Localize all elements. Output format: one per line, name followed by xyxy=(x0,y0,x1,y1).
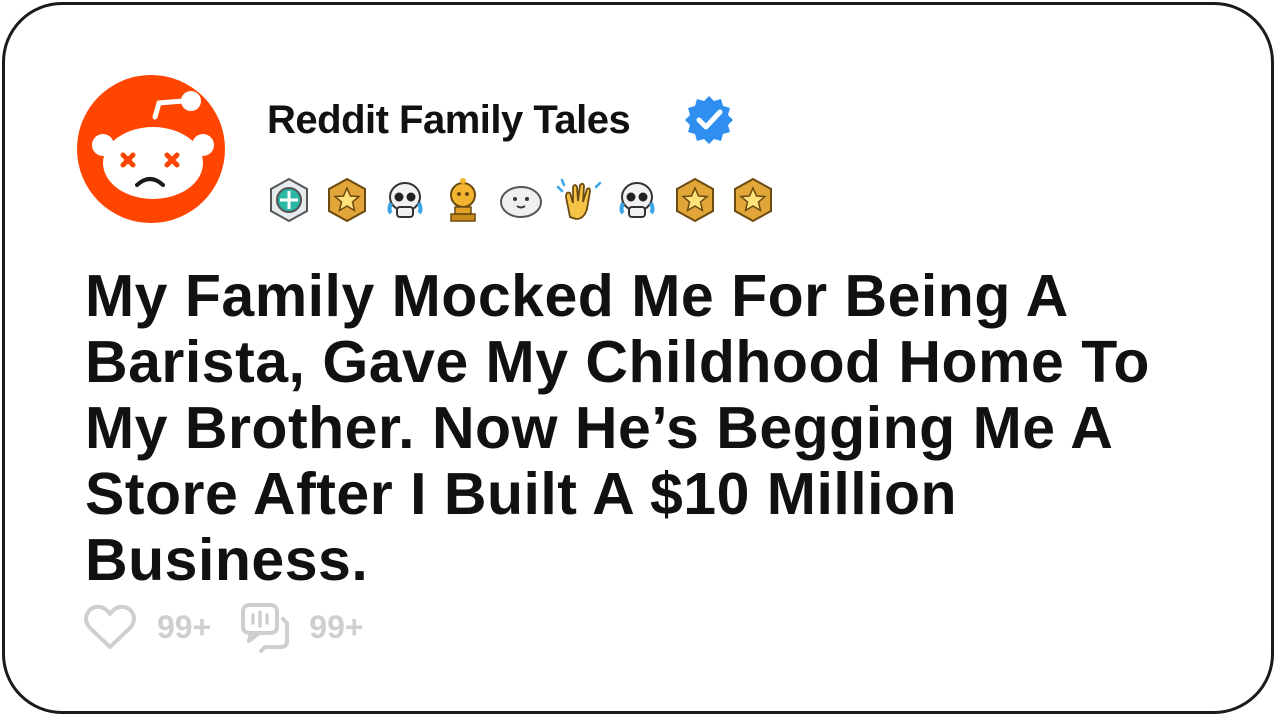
crying-skull-award-icon[interactable] xyxy=(379,174,431,226)
post-card: Reddit Family Tales My Family Mocked Me … xyxy=(2,2,1274,714)
verified-badge-icon xyxy=(683,93,735,145)
gold-star-award-icon[interactable] xyxy=(727,174,779,226)
comment-icon[interactable] xyxy=(239,601,295,653)
post-stats: 99+ 99+ xyxy=(83,599,364,655)
gold-star-award-icon[interactable] xyxy=(669,174,721,226)
seal-award-icon[interactable] xyxy=(495,174,547,226)
heart-icon[interactable] xyxy=(83,603,137,651)
like-count: 99+ xyxy=(157,608,212,645)
comment-count: 99+ xyxy=(309,608,364,645)
awards-row xyxy=(263,173,779,227)
channel-name[interactable]: Reddit Family Tales xyxy=(267,97,631,143)
silver-medal-award-icon[interactable] xyxy=(263,174,315,226)
clapping-hands-award-icon[interactable] xyxy=(553,174,605,226)
reddit-snoo-sad-icon[interactable] xyxy=(53,75,247,225)
crying-skull-award-icon[interactable] xyxy=(611,174,663,226)
post-headline[interactable]: My Family Mocked Me For Being A Barista,… xyxy=(85,263,1245,593)
gold-star-award-icon[interactable] xyxy=(321,174,373,226)
gold-snoo-trophy-award-icon[interactable] xyxy=(437,174,489,226)
